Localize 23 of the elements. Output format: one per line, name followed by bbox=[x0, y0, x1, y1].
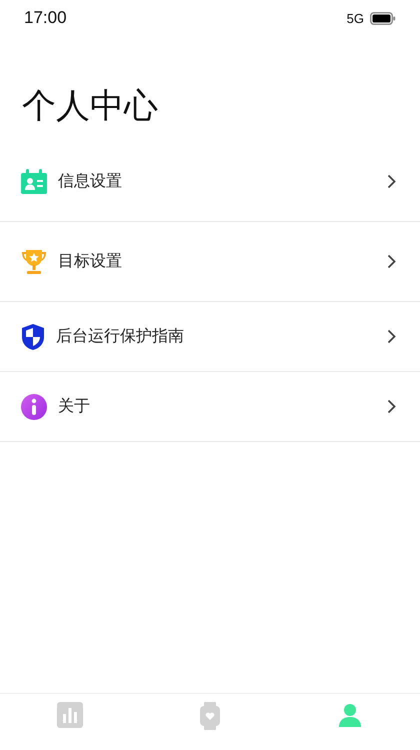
menu-item[interactable]: 关于 bbox=[0, 372, 420, 442]
shield-icon bbox=[20, 322, 46, 350]
menu-item[interactable]: 目标设置 bbox=[0, 222, 420, 302]
chevron-right-icon bbox=[387, 399, 396, 414]
menu-label: 信息设置 bbox=[58, 172, 123, 192]
menu-label: 关于 bbox=[58, 396, 91, 417]
person-icon bbox=[337, 702, 363, 728]
network-label: 5G bbox=[346, 10, 364, 26]
battery-icon bbox=[370, 12, 396, 24]
info-icon bbox=[20, 392, 48, 420]
menu-label: 目标设置 bbox=[58, 252, 123, 272]
menu-item[interactable]: 后台运行保护指南 bbox=[0, 302, 420, 372]
menu-label: 后台运行保护指南 bbox=[56, 326, 185, 347]
bar-chart-icon bbox=[57, 702, 83, 728]
watch-icon bbox=[200, 702, 220, 730]
chevron-right-icon bbox=[387, 329, 396, 344]
page-title: 个人中心 bbox=[22, 86, 159, 126]
chevron-right-icon bbox=[387, 174, 396, 189]
menu-item[interactable]: 信息设置 bbox=[0, 142, 420, 222]
status-time: 17:00 bbox=[24, 8, 67, 28]
chevron-right-icon bbox=[387, 254, 396, 269]
id-card-icon bbox=[20, 168, 48, 194]
trophy-icon bbox=[20, 248, 48, 276]
